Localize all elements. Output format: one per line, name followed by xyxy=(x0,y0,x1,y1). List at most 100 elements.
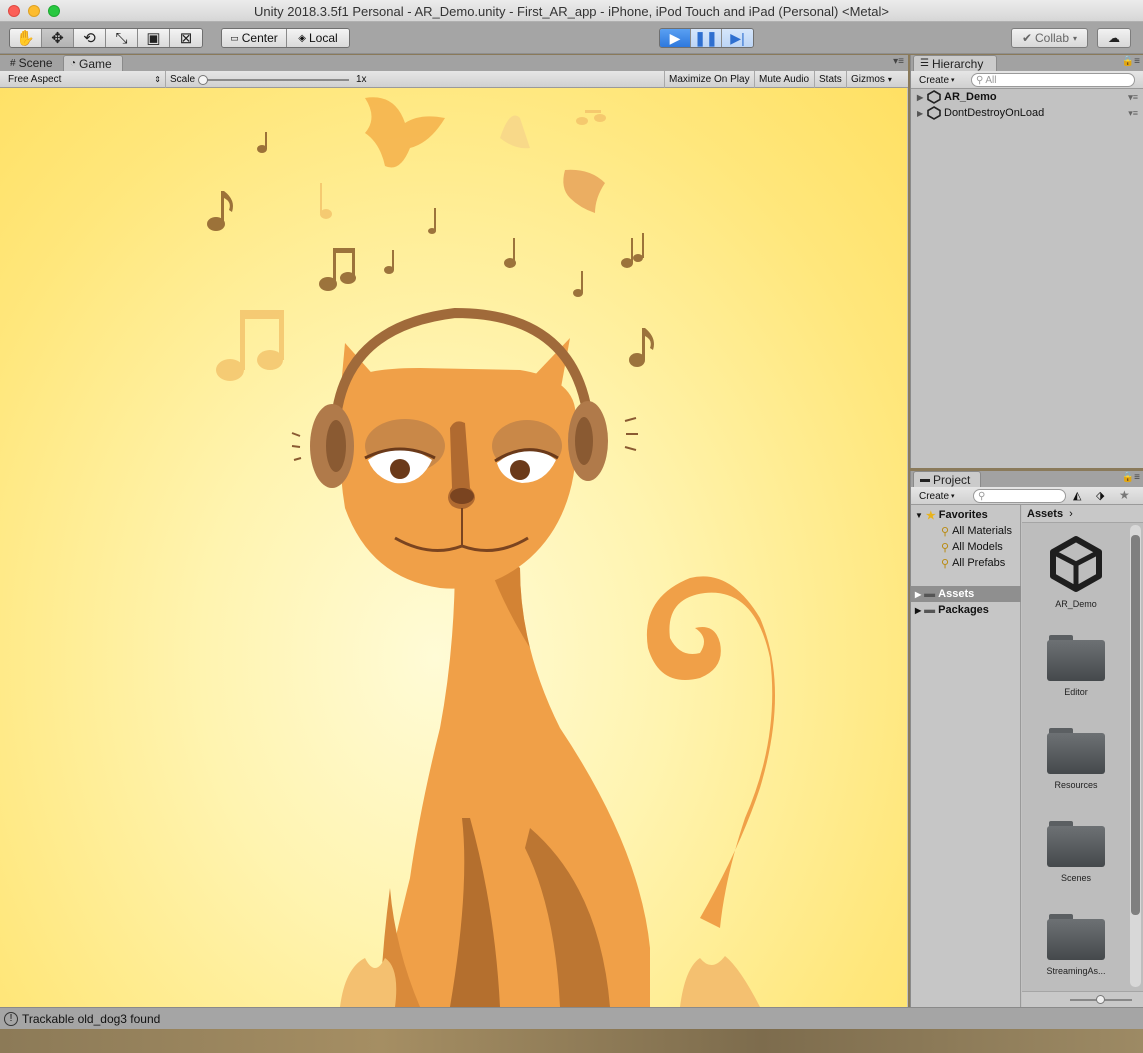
favorite-item-prefabs[interactable]: ⚲ All Prefabs xyxy=(941,555,1005,571)
folder-icon xyxy=(1047,821,1105,867)
tab-scene[interactable]: # Scene xyxy=(4,55,62,71)
asset-grid-scrollbar[interactable] xyxy=(1130,525,1141,987)
scale-slider-knob[interactable] xyxy=(198,75,208,85)
pause-button[interactable]: ❚❚ xyxy=(691,29,722,47)
asset-editor[interactable]: Editor xyxy=(1024,635,1128,697)
lock-icon[interactable]: 🔒≡ xyxy=(1122,56,1140,67)
hierarchy-item-dontdestroyonload[interactable]: ▶ DontDestroyOnLoad ▾≡ xyxy=(911,105,1143,121)
favorite-item-models[interactable]: ⚲ All Models xyxy=(941,539,1003,555)
pivot-label: Center xyxy=(241,31,278,45)
tab-hierarchy[interactable]: ☰ Hierarchy xyxy=(913,55,997,71)
folder-icon: ▬ xyxy=(920,474,930,485)
step-icon: ▶| xyxy=(730,29,745,46)
project-asset-grid: Assets › AR_Demo Editor Resources Scenes… xyxy=(1022,505,1143,1007)
expand-triangle-icon[interactable]: ▶ xyxy=(915,606,921,615)
expand-triangle-icon[interactable]: ▼ xyxy=(915,511,923,520)
gizmos-label: Gizmos xyxy=(851,74,885,85)
info-icon: ! xyxy=(4,1011,18,1026)
folder-icon xyxy=(1047,635,1105,681)
row-menu-icon[interactable]: ▾≡ xyxy=(1128,92,1138,103)
status-bar[interactable]: ! Trackable old_dog3 found xyxy=(0,1007,1143,1029)
favorite-label: All Prefabs xyxy=(952,557,1006,569)
gizmos-dropdown[interactable]: Gizmos ▾ xyxy=(846,71,904,88)
main-toolbar: ✋ ✥ ⟲ ⤡ ▣ ⊠ ▭ Center ◈ Local ▶ ❚❚ ▶| ✔ C… xyxy=(0,22,1143,54)
play-controls: ▶ ❚❚ ▶| xyxy=(659,28,754,48)
star-icon[interactable]: ★ xyxy=(1119,488,1130,502)
desktop-background xyxy=(0,1029,1143,1053)
hierarchy-create-button[interactable]: Create ▾ xyxy=(915,73,959,87)
step-button[interactable]: ▶| xyxy=(722,29,753,47)
expand-triangle-icon[interactable]: ▶ xyxy=(915,590,921,599)
pivot-space-button[interactable]: ◈ Local xyxy=(287,29,349,47)
breadcrumb: Assets › xyxy=(1022,505,1143,523)
project-create-button[interactable]: Create ▾ xyxy=(915,489,959,503)
hand-tool-button[interactable]: ✋ xyxy=(10,29,42,47)
rect-tool-button[interactable]: ▣ xyxy=(138,29,170,47)
expand-triangle-icon[interactable]: ▶ xyxy=(917,93,927,102)
favorites-item[interactable]: ▼ ★ Favorites xyxy=(915,507,988,523)
favorite-item-materials[interactable]: ⚲ All Materials xyxy=(941,523,1012,539)
search-icon: ⚲ xyxy=(976,74,984,86)
hierarchy-tabs: ☰ Hierarchy 🔒≡ xyxy=(911,55,1143,71)
scale-tool-button[interactable]: ⤡ xyxy=(106,29,138,47)
asset-ar-demo[interactable]: AR_Demo xyxy=(1024,535,1128,609)
tab-game[interactable]: ◔ Game xyxy=(63,55,123,71)
hierarchy-item-label: DontDestroyOnLoad xyxy=(944,107,1045,119)
mute-label: Mute Audio xyxy=(759,74,810,85)
asset-size-bar xyxy=(1022,991,1143,1007)
panel-menu-icon[interactable]: ▾≡ xyxy=(893,56,904,67)
aspect-dropdown[interactable]: Free Aspect ⇕ xyxy=(4,71,164,88)
play-button[interactable]: ▶ xyxy=(660,29,691,47)
space-label: Local xyxy=(309,31,338,45)
row-menu-icon[interactable]: ▾≡ xyxy=(1128,108,1138,119)
window-titlebar: Unity 2018.3.5f1 Personal - AR_Demo.unit… xyxy=(0,0,1143,22)
transform-tool-button[interactable]: ⊠ xyxy=(170,29,202,47)
folder-icon: ▬ xyxy=(924,588,936,600)
tab-project[interactable]: ▬ Project xyxy=(913,471,981,487)
project-toolbar: Create ▾ ⚲ ◭ ⬗ ★ xyxy=(911,487,1143,505)
project-tabs: ▬ Project 🔒≡ xyxy=(911,471,1143,487)
tag-icon[interactable]: ⬗ xyxy=(1096,489,1104,502)
cloud-icon: ☁ xyxy=(1108,31,1120,45)
stats-toggle[interactable]: Stats xyxy=(814,71,846,88)
breadcrumb-assets[interactable]: Assets xyxy=(1027,508,1063,520)
maximize-on-play-toggle[interactable]: Maximize On Play xyxy=(664,71,754,88)
collab-button[interactable]: ✔ Collab ▾ xyxy=(1011,28,1088,48)
cloud-button[interactable]: ☁ xyxy=(1097,28,1131,48)
tree-item-assets[interactable]: ▶ ▬ Assets xyxy=(911,586,1021,602)
list-icon: ☰ xyxy=(920,58,929,69)
game-panel: # Scene ◔ Game ▾≡ Free Aspect ⇕ Scale 1x… xyxy=(0,55,908,1007)
scrollbar-thumb[interactable] xyxy=(1131,535,1140,915)
search-icon: ⚲ xyxy=(941,541,950,554)
asset-resources[interactable]: Resources xyxy=(1024,728,1128,790)
chevron-down-icon: ▾ xyxy=(887,75,892,84)
asset-size-slider[interactable] xyxy=(1070,995,1132,1004)
asset-streaming-assets[interactable]: StreamingAs... xyxy=(1024,914,1128,976)
folder-icon: ▬ xyxy=(924,604,936,616)
scale-slider[interactable] xyxy=(198,75,349,85)
pivot-center-button[interactable]: ▭ Center xyxy=(222,29,287,47)
lock-icon[interactable]: 🔒≡ xyxy=(1122,472,1140,483)
transform-tools: ✋ ✥ ⟲ ⤡ ▣ ⊠ xyxy=(9,28,203,48)
filter-type-icon[interactable]: ◭ xyxy=(1073,489,1081,502)
asset-scenes[interactable]: Scenes xyxy=(1024,821,1128,883)
cat-with-headphones-image xyxy=(207,97,775,1007)
folder-icon xyxy=(1047,728,1105,774)
game-view[interactable] xyxy=(0,88,907,1007)
pivot-toggles: ▭ Center ◈ Local xyxy=(221,28,350,48)
hierarchy-item-ar-demo[interactable]: ▶ AR_Demo ▾≡ xyxy=(911,89,1143,105)
search-icon: ⚲ xyxy=(941,525,950,538)
tree-item-packages[interactable]: ▶ ▬ Packages xyxy=(915,602,989,618)
asset-size-slider-knob[interactable] xyxy=(1096,995,1105,1004)
pause-icon: ❚❚ xyxy=(694,29,718,46)
project-tree: ▼ ★ Favorites ⚲ All Materials ⚲ All Mode… xyxy=(911,505,1021,1007)
rotate-tool-button[interactable]: ⟲ xyxy=(74,29,106,47)
project-search-input[interactable]: ⚲ xyxy=(973,489,1066,503)
aspect-label: Free Aspect xyxy=(8,74,62,85)
mute-audio-toggle[interactable]: Mute Audio xyxy=(754,71,813,88)
collab-label: Collab xyxy=(1035,31,1070,45)
stats-label: Stats xyxy=(819,74,842,85)
hierarchy-search-input[interactable]: ⚲ All xyxy=(971,73,1135,87)
move-tool-button[interactable]: ✥ xyxy=(42,29,74,47)
expand-triangle-icon[interactable]: ▶ xyxy=(917,109,927,118)
